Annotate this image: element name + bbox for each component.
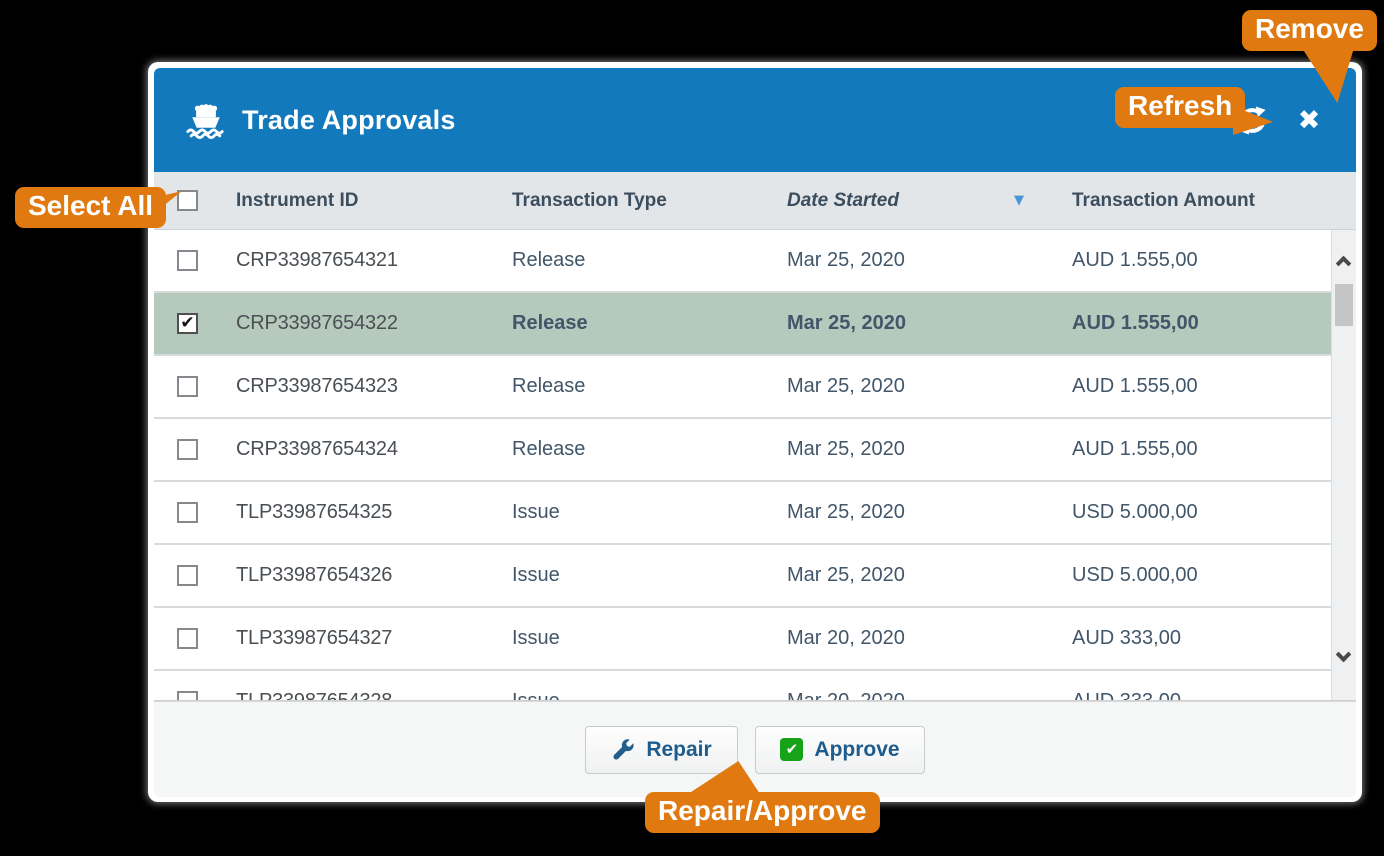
cell-transaction-type: Issue [512, 501, 560, 523]
sort-desc-icon: ▼ [1014, 193, 1024, 208]
cell-instrument-id: TLP33987654327 [236, 627, 393, 649]
row-checkbox[interactable] [177, 376, 198, 397]
date-started-label: Date Started [787, 189, 899, 211]
cell-transaction-amount: AUD 1.555,00 [1072, 249, 1198, 271]
table-row[interactable]: CRP33987654324 Release Mar 25, 2020 AUD … [154, 419, 1356, 482]
cell-instrument-id: CRP33987654323 [236, 375, 398, 397]
cell-date-started: Mar 20, 2020 [787, 627, 905, 649]
scroll-down-icon[interactable] [1335, 646, 1352, 663]
cell-transaction-amount: USD 5.000,00 [1072, 501, 1198, 523]
table-row[interactable]: CRP33987654322 Release Mar 25, 2020 AUD … [154, 293, 1356, 356]
cell-transaction-type: Release [512, 375, 586, 397]
cell-transaction-amount: AUD 333,00 [1072, 690, 1181, 701]
row-checkbox-cell [154, 250, 236, 271]
table-row[interactable]: CRP33987654321 Release Mar 25, 2020 AUD … [154, 230, 1356, 293]
panel-title: Trade Approvals [242, 104, 456, 135]
row-checkbox[interactable] [177, 691, 198, 700]
repair-approve-callout: Repair/Approve [645, 792, 880, 833]
row-checkbox[interactable] [177, 502, 198, 523]
cell-instrument-id: CRP33987654322 [236, 312, 398, 334]
scrollbar-thumb[interactable] [1335, 284, 1353, 326]
repair-button[interactable]: Repair [585, 725, 738, 774]
trade-approvals-panel: Trade Approvals ✖ Instrument ID Transact… [148, 62, 1362, 802]
cell-date-started: Mar 25, 2020 [787, 438, 905, 460]
cell-date-started: Mar 25, 2020 [787, 312, 906, 334]
cell-transaction-type: Issue [512, 690, 560, 701]
row-checkbox-cell [154, 439, 236, 460]
table-body: CRP33987654321 Release Mar 25, 2020 AUD … [154, 230, 1356, 701]
table-header: Instrument ID Transaction Type Date Star… [154, 172, 1356, 230]
table-row[interactable]: TLP33987654325 Issue Mar 25, 2020 USD 5.… [154, 482, 1356, 545]
cell-transaction-type: Release [512, 312, 588, 334]
cell-instrument-id: TLP33987654328 [236, 690, 393, 701]
footer-actions: Repair Approve [154, 701, 1356, 797]
cell-transaction-amount: AUD 333,00 [1072, 627, 1181, 649]
cell-transaction-amount: AUD 1.555,00 [1072, 312, 1199, 334]
cell-instrument-id: TLP33987654326 [236, 564, 393, 586]
cell-transaction-amount: AUD 1.555,00 [1072, 375, 1198, 397]
row-checkbox[interactable] [177, 250, 198, 271]
table-row[interactable]: CRP33987654323 Release Mar 25, 2020 AUD … [154, 356, 1356, 419]
row-checkbox[interactable] [177, 565, 198, 586]
column-header-date-started[interactable]: Date Started ▼ [787, 190, 1072, 212]
row-checkbox-cell [154, 565, 236, 586]
table-row[interactable]: TLP33987654328 Issue Mar 20, 2020 AUD 33… [154, 671, 1356, 701]
row-checkbox-cell [154, 376, 236, 397]
wrench-icon [613, 738, 634, 760]
cell-date-started: Mar 25, 2020 [787, 375, 905, 397]
column-header-transaction-type[interactable]: Transaction Type [512, 190, 787, 212]
cell-instrument-id: CRP33987654321 [236, 249, 398, 271]
select-all-callout: Select All [15, 187, 167, 228]
column-header-transaction-amount[interactable]: Transaction Amount [1072, 190, 1356, 212]
approve-button-label: Approve [814, 737, 900, 761]
row-checkbox-cell [154, 502, 236, 523]
cell-transaction-amount: USD 5.000,00 [1072, 564, 1198, 586]
cell-transaction-amount: AUD 1.555,00 [1072, 438, 1198, 460]
row-checkbox[interactable] [177, 313, 198, 334]
cell-transaction-type: Release [512, 438, 586, 460]
cell-transaction-type: Release [512, 249, 586, 271]
cell-date-started: Mar 20, 2020 [787, 690, 905, 701]
select-all-checkbox[interactable] [177, 190, 198, 211]
column-header-instrument-id[interactable]: Instrument ID [236, 190, 512, 212]
rows-container: CRP33987654321 Release Mar 25, 2020 AUD … [154, 230, 1356, 701]
approve-button[interactable]: Approve [755, 725, 925, 774]
remove-callout: Remove [1242, 10, 1377, 51]
cell-date-started: Mar 25, 2020 [787, 501, 905, 523]
row-checkbox[interactable] [177, 628, 198, 649]
repair-button-label: Repair [646, 737, 712, 761]
cell-transaction-type: Issue [512, 627, 560, 649]
row-checkbox-cell [154, 628, 236, 649]
row-checkbox-cell [154, 313, 236, 334]
cell-instrument-id: TLP33987654325 [236, 501, 393, 523]
close-button[interactable]: ✖ [1292, 102, 1326, 138]
table-row[interactable]: TLP33987654326 Issue Mar 25, 2020 USD 5.… [154, 545, 1356, 608]
ship-icon [186, 104, 224, 140]
scrollbar-track[interactable] [1331, 230, 1356, 700]
cell-instrument-id: CRP33987654324 [236, 438, 398, 460]
refresh-callout: Refresh [1115, 87, 1246, 128]
cell-date-started: Mar 25, 2020 [787, 249, 905, 271]
table-row[interactable]: TLP33987654327 Issue Mar 20, 2020 AUD 33… [154, 608, 1356, 671]
approve-check-icon [780, 738, 804, 761]
cell-transaction-type: Issue [512, 564, 560, 586]
row-checkbox[interactable] [177, 439, 198, 460]
cell-date-started: Mar 25, 2020 [787, 564, 905, 586]
scroll-up-icon[interactable] [1335, 255, 1352, 272]
row-checkbox-cell [154, 691, 236, 700]
